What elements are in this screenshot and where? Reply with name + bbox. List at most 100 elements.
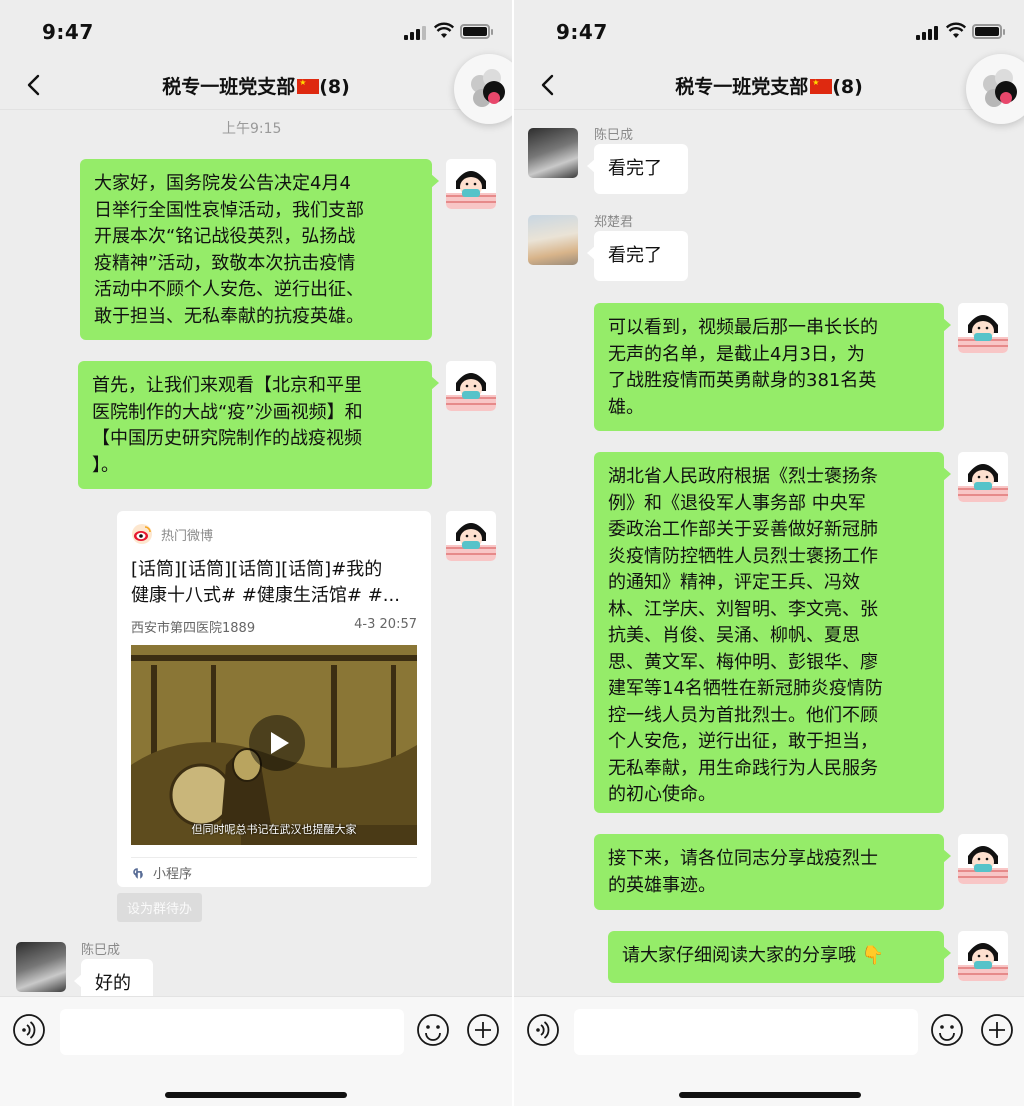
- card-title: [话筒][话筒][话筒][话筒]#我的 健康十八式# #健康生活馆# #...: [131, 557, 417, 609]
- weibo-share-card[interactable]: 热门微博 [话筒][话筒][话筒][话筒]#我的 健康十八式# #健康生活馆# …: [117, 511, 431, 887]
- sender-avatar[interactable]: [528, 215, 578, 265]
- voice-icon[interactable]: [12, 1013, 46, 1047]
- chat-screen-left: 9:47 税专一班党支部 (8) 上午9:15 大家好，国务院发公告决定4月4 日…: [0, 0, 512, 1106]
- sender-name: 陈巳成: [81, 943, 121, 958]
- message-line: 接下来，请各位同志分享战疫烈士: [608, 848, 878, 869]
- member-count: (8): [319, 76, 350, 98]
- signal-icon: [404, 26, 426, 40]
- set-group-todo-button[interactable]: 设为群待办: [117, 893, 203, 922]
- my-avatar[interactable]: [446, 361, 496, 411]
- chat-screen-right: 9:47 税专一班党支部 (8) 陈巳成 看完了 郑楚君 看完了 可以看到，视频最…: [512, 0, 1024, 1106]
- message-line: 敢于担当、无私奉献的抗疫英雄。: [94, 305, 364, 327]
- my-message-bubble[interactable]: 请大家仔细阅读大家的分享哦 👇: [608, 931, 951, 983]
- video-thumbnail[interactable]: 但同时呢总书记在武汉也提醒大家: [131, 645, 417, 845]
- my-message-bubble[interactable]: 可以看到，视频最后那一串长长的 无声的名单，是截止4月3日，为 了战胜疫情而英勇…: [594, 303, 951, 431]
- my-avatar[interactable]: [446, 511, 496, 561]
- message-line: 开展本次“铭记战役英烈，弘扬战: [94, 226, 356, 247]
- card-footer: 小程序: [131, 863, 192, 882]
- message-line: 思、黄文军、梅仲明、彭银华、廖: [608, 651, 878, 673]
- my-avatar[interactable]: [958, 303, 1008, 353]
- card-brand-text: 热门微博: [161, 528, 214, 544]
- home-indicator[interactable]: [165, 1092, 347, 1098]
- message-line: 林、江学庆、刘智明、李文亮、张: [608, 598, 878, 620]
- message-timestamp: 上午9:15: [222, 121, 282, 137]
- plus-icon[interactable]: [466, 1013, 500, 1047]
- message-line: 例》和《退役军人事务部 中央军: [608, 492, 866, 514]
- wifi-icon: [434, 22, 454, 38]
- my-message-bubble[interactable]: 首先，让我们来观看【北京和平里 医院制作的大战“疫”沙画视频】和 【中国历史研究…: [78, 361, 439, 489]
- message-line: 疫精神”活动，致敬本次抗击疫情: [94, 252, 356, 274]
- message-line: 的初心使命。: [608, 784, 716, 805]
- message-line: 的英雄事迹。: [608, 874, 716, 896]
- message-line: 无声的名单，是截止4月3日，为: [608, 343, 865, 365]
- my-message-bubble[interactable]: 接下来，请各位同志分享战疫烈士 的英雄事迹。: [594, 834, 951, 910]
- message-line: 医院制作的大战“疫”沙画视频】和: [92, 401, 363, 423]
- input-bar: [0, 996, 512, 1106]
- nav-bar: 税专一班党支部 (8): [0, 60, 512, 110]
- message-line: 首先，让我们来观看【北京和平里: [92, 375, 362, 396]
- my-avatar[interactable]: [958, 834, 1008, 884]
- china-flag-icon: [297, 79, 320, 94]
- other-message-bubble[interactable]: 好的: [74, 959, 153, 996]
- my-message-bubble[interactable]: 大家好，国务院发公告决定4月4 日举行全国性哀悼活动，我们支部 开展本次“铭记战…: [80, 159, 439, 340]
- message-list[interactable]: 上午9:15 大家好，国务院发公告决定4月4 日举行全国性哀悼活动，我们支部 开…: [0, 111, 512, 996]
- nav-bar: 税专一班党支部 (8): [514, 60, 1024, 110]
- message-line: 了战胜疫情而英勇献身的381名英: [608, 370, 877, 391]
- china-flag-icon: [810, 79, 833, 94]
- voice-icon[interactable]: [526, 1013, 560, 1047]
- chat-title: 税专一班党支部 (8): [514, 72, 1024, 99]
- message-line: 【中国历史研究院制作的战疫视频: [92, 428, 362, 449]
- chat-title-text: 税专一班党支部: [162, 76, 296, 98]
- status-bar: 9:47: [0, 0, 512, 60]
- card-source: 西安市第四医院1889: [131, 621, 256, 636]
- message-line: 湖北省人民政府根据《烈士褒扬条: [608, 466, 878, 487]
- card-title-line: 健康十八式# #健康生活馆# #...: [131, 585, 400, 606]
- play-icon[interactable]: [249, 715, 305, 771]
- sender-avatar[interactable]: [528, 128, 578, 178]
- emoji-icon[interactable]: [930, 1013, 964, 1047]
- mini-program-link-icon: [133, 867, 143, 879]
- my-avatar[interactable]: [958, 452, 1008, 502]
- message-line: 炎疫情防控牺牲人员烈士褒扬工作: [608, 545, 878, 567]
- message-list[interactable]: 陈巳成 看完了 郑楚君 看完了 可以看到，视频最后那一串长长的 无声的名单，是截…: [514, 111, 1024, 996]
- chat-title: 税专一班党支部 (8): [0, 72, 512, 99]
- message-line: 建军等14名牺牲在新冠肺炎疫情防: [608, 678, 883, 699]
- signal-icon: [916, 26, 938, 40]
- video-caption: 但同时呢总书记在武汉也提醒大家: [191, 823, 357, 836]
- card-footer-text: 小程序: [153, 867, 193, 882]
- card-brand: 热门微博: [131, 523, 213, 545]
- message-line: 看完了: [608, 158, 662, 179]
- plus-icon[interactable]: [980, 1013, 1014, 1047]
- my-avatar[interactable]: [446, 159, 496, 209]
- message-line: 】。: [92, 454, 119, 476]
- message-line: 无私奉献，用生命践行为人民服务: [608, 757, 878, 779]
- other-message-bubble[interactable]: 看完了: [587, 144, 688, 194]
- message-line: 委政治工作部关于妥善做好新冠肺: [608, 519, 878, 540]
- message-input[interactable]: [60, 1009, 404, 1055]
- status-time: 9:47: [556, 20, 608, 44]
- card-date: 4-3 20:57: [354, 617, 417, 632]
- message-line: 大家好，国务院发公告决定4月4: [94, 173, 351, 194]
- battery-icon: [972, 24, 1005, 39]
- other-message-bubble[interactable]: 看完了: [587, 231, 688, 281]
- message-line: 看完了: [608, 245, 662, 266]
- emoji-icon[interactable]: [416, 1013, 450, 1047]
- my-avatar[interactable]: [958, 931, 1008, 981]
- message-line: 的通知》精神，评定王兵、冯效: [608, 572, 860, 593]
- point-down-emoji: 👇: [861, 945, 885, 966]
- weibo-logo-icon: [132, 524, 152, 544]
- card-divider: [131, 857, 417, 858]
- message-line: 可以看到，视频最后那一串长长的: [608, 317, 878, 338]
- message-line: 抗美、肖俊、吴涌、柳帆、夏思: [608, 625, 860, 646]
- message-line: 活动中不顾个人安危、逆行出征、: [94, 279, 364, 300]
- my-message-bubble[interactable]: 湖北省人民政府根据《烈士褒扬条 例》和《退役军人事务部 中央军 委政治工作部关于…: [594, 452, 951, 813]
- home-indicator[interactable]: [679, 1092, 861, 1098]
- message-input[interactable]: [574, 1009, 918, 1055]
- card-title-line: [话筒][话筒][话筒][话筒]#我的: [131, 559, 383, 580]
- chat-title-text: 税专一班党支部: [675, 76, 809, 98]
- sender-name: 陈巳成: [594, 128, 634, 143]
- message-line: 控一线人员为首批烈士。他们不顾: [608, 704, 878, 726]
- battery-icon: [460, 24, 493, 39]
- wifi-icon: [946, 22, 966, 38]
- sender-avatar[interactable]: [16, 942, 66, 992]
